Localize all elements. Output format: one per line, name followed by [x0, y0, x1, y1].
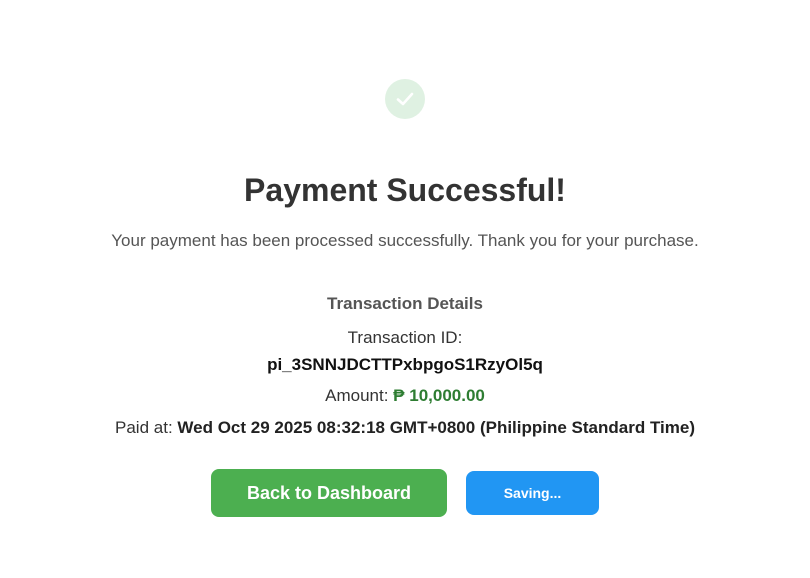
page-title: Payment Successful! — [244, 172, 566, 208]
success-icon-circle — [385, 79, 425, 119]
payment-success-page: Payment Successful! Your payment has bee… — [0, 0, 810, 578]
amount-value: ₱ 10,000.00 — [393, 386, 485, 405]
paid-at-value: Wed Oct 29 2025 08:32:18 GMT+0800 (Phili… — [177, 418, 695, 437]
success-message: Your payment has been processed successf… — [111, 231, 699, 250]
amount-label: Amount: — [325, 386, 394, 405]
amount-row: Amount: ₱ 10,000.00 — [0, 386, 810, 406]
transaction-id-label: Transaction ID: — [347, 328, 463, 347]
back-to-dashboard-button[interactable]: Back to Dashboard — [211, 469, 447, 517]
check-icon — [396, 92, 414, 106]
paid-at-row: Paid at: Wed Oct 29 2025 08:32:18 GMT+08… — [0, 418, 810, 438]
transaction-id-value: pi_3SNNJDCTTPxbpgoS1RzyOl5q — [267, 355, 543, 374]
transaction-details-heading: Transaction Details — [327, 294, 483, 313]
saving-button[interactable]: Saving... — [466, 471, 599, 515]
paid-at-label: Paid at: — [115, 418, 178, 437]
